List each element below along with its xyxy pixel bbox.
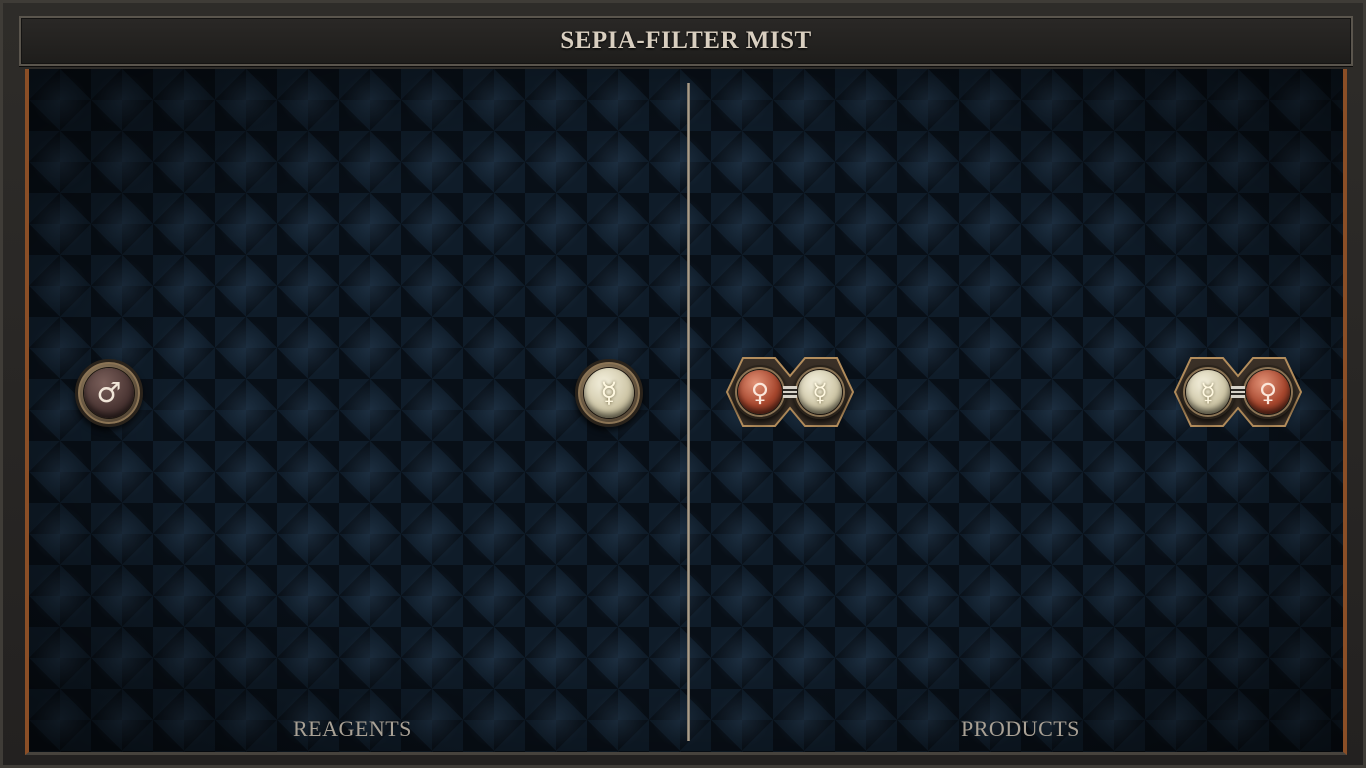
puzzle-frame: SEPIA-FILTER MIST ♂ ☿ ♀ ☿ ☿ ♀ REAGENTS P…	[0, 0, 1366, 768]
product-molecule-2[interactable]: ☿ ♀	[1173, 356, 1303, 428]
bond-connector	[783, 386, 797, 398]
zone-divider	[687, 83, 690, 741]
mercury-quicksilver-icon: ☿	[1186, 370, 1230, 414]
bond-connector	[1231, 386, 1245, 398]
venus-copper-icon: ♀	[738, 370, 782, 414]
reagent-quicksilver-atom[interactable]: ☿	[575, 359, 643, 427]
products-label: PRODUCTS	[961, 716, 1080, 741]
reagents-label: REAGENTS	[293, 716, 412, 741]
product-quicksilver-atom[interactable]: ☿	[793, 365, 847, 419]
product-molecule-1[interactable]: ♀ ☿	[725, 356, 855, 428]
reagent-iron-atom[interactable]: ♂	[75, 359, 143, 427]
product-quicksilver-atom[interactable]: ☿	[1181, 365, 1235, 419]
product-copper-atom[interactable]: ♀	[1241, 365, 1295, 419]
puzzle-title: SEPIA-FILTER MIST	[560, 27, 812, 54]
venus-copper-icon: ♀	[1246, 370, 1290, 414]
mercury-quicksilver-icon: ☿	[798, 370, 842, 414]
reaction-board: ♂ ☿ ♀ ☿ ☿ ♀ REAGENTS PRODUCTS	[25, 69, 1347, 755]
mercury-quicksilver-icon: ☿	[584, 368, 634, 418]
product-copper-atom[interactable]: ♀	[733, 365, 787, 419]
title-bar: SEPIA-FILTER MIST	[19, 16, 1353, 66]
mars-iron-icon: ♂	[84, 368, 134, 418]
